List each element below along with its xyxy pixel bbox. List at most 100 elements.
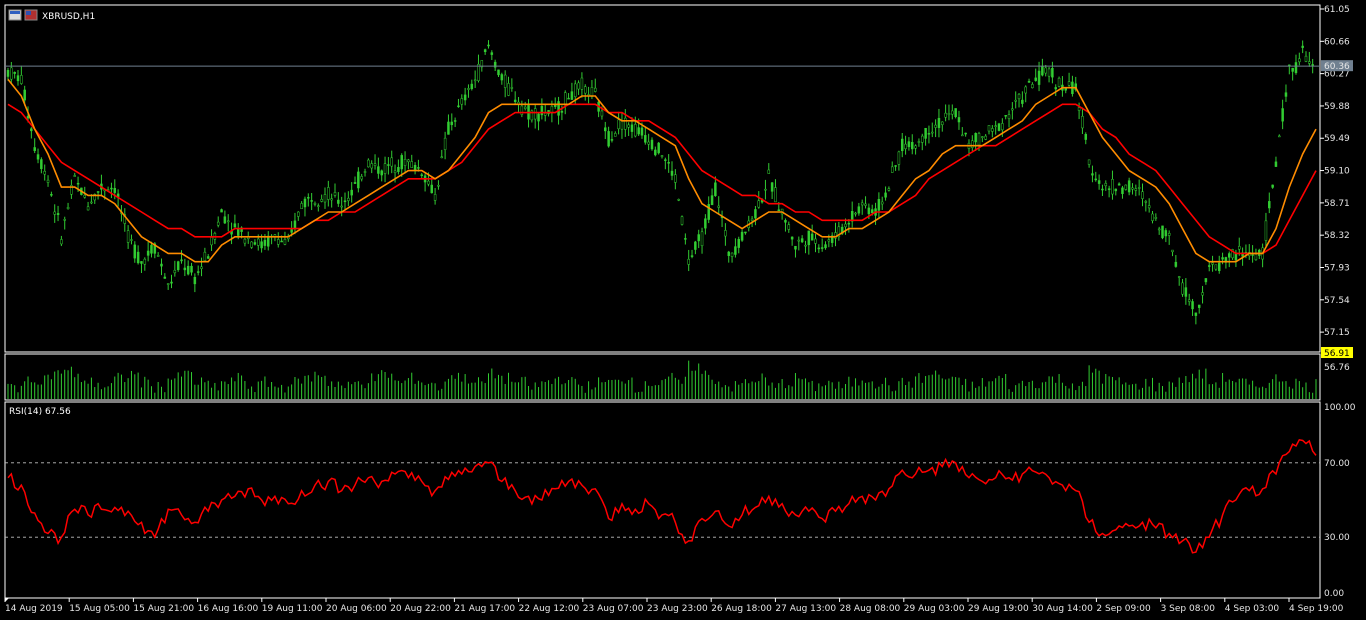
- candle-body: [560, 111, 564, 113]
- candle-body: [60, 239, 63, 245]
- candle-body: [947, 113, 951, 116]
- candle-body: [594, 87, 597, 92]
- candle-body: [263, 239, 267, 246]
- candle-body: [427, 180, 430, 185]
- candle-body: [670, 170, 674, 176]
- candle-body: [1037, 70, 1041, 85]
- time-tick-label: 29 Aug 19:00: [968, 604, 1029, 614]
- candle-body: [186, 265, 190, 275]
- candle-body: [737, 239, 740, 248]
- candle-body: [714, 182, 717, 196]
- candle-body: [337, 199, 340, 204]
- candle-body: [1301, 45, 1304, 48]
- candle-body: [907, 141, 911, 148]
- candle-body: [1271, 184, 1274, 188]
- candle-body: [196, 271, 200, 273]
- flag-icon-canton: [26, 11, 31, 15]
- candle-body: [744, 231, 747, 234]
- candle-body: [413, 165, 417, 171]
- price-tick-label: 60.66: [1324, 37, 1350, 47]
- candle-body: [964, 132, 967, 135]
- candle-body: [917, 141, 921, 143]
- candle-body: [1067, 81, 1071, 86]
- candle-body: [971, 140, 974, 148]
- candle-body: [710, 195, 714, 206]
- candle-body: [1207, 265, 1211, 267]
- candle-body: [644, 135, 647, 143]
- trading-chart[interactable]: XBRUSD,H1 61.0560.6660.2759.8859.4959.10…: [0, 0, 1366, 620]
- candle-body: [1017, 93, 1021, 100]
- window-icon-bar: [10, 11, 20, 14]
- candle-body: [1081, 116, 1084, 129]
- candle-body: [43, 171, 46, 175]
- time-tick-label: 3 Sep 08:00: [1161, 604, 1216, 614]
- candle-body: [393, 170, 397, 174]
- candle-body: [567, 97, 570, 100]
- candle-body: [1127, 180, 1131, 193]
- candle-body: [96, 191, 100, 193]
- candle-body: [307, 197, 310, 199]
- candle-body: [317, 205, 320, 207]
- candle-body: [890, 166, 894, 173]
- candle-body: [1007, 114, 1011, 119]
- candle-body: [1031, 84, 1034, 89]
- candle-body: [1281, 108, 1284, 122]
- candle-body: [630, 124, 634, 132]
- candle-body: [767, 169, 771, 174]
- candle-body: [1097, 180, 1101, 184]
- candle-body: [377, 166, 380, 174]
- time-tick-label: 26 Aug 18:00: [711, 604, 772, 614]
- candle-body: [1147, 205, 1151, 209]
- candle-body: [206, 256, 210, 259]
- candle-body: [717, 205, 720, 208]
- candle-body: [483, 49, 487, 53]
- candle-body: [704, 218, 707, 229]
- candle-body: [260, 241, 263, 249]
- candle-body: [640, 127, 644, 136]
- candle-body: [1167, 232, 1171, 236]
- candle-body: [770, 182, 774, 192]
- price-tick-label: 59.88: [1324, 102, 1350, 112]
- candle-body: [373, 163, 377, 166]
- candle-body: [343, 200, 347, 203]
- candle-body: [1191, 301, 1194, 310]
- candle-body: [740, 231, 744, 241]
- candle-body: [1311, 64, 1314, 66]
- candle-body: [911, 142, 914, 150]
- candle-body: [674, 174, 677, 183]
- candle-body: [1177, 276, 1181, 278]
- candle-body: [900, 138, 904, 152]
- candle-body: [1284, 92, 1288, 97]
- candle-body: [463, 94, 467, 101]
- time-tick-label: 2 Sep 09:00: [1096, 604, 1151, 614]
- volume-axis-label: 56.76: [1324, 363, 1350, 373]
- candle-body: [1151, 213, 1154, 221]
- candle-body: [857, 206, 861, 214]
- candle-body: [447, 121, 450, 135]
- candle-body: [1221, 257, 1224, 260]
- candle-body: [490, 52, 494, 55]
- candle-body: [23, 89, 26, 101]
- candle-body: [590, 87, 594, 97]
- candle-body: [440, 156, 444, 159]
- candle-body: [86, 206, 90, 211]
- candle-body: [584, 86, 587, 94]
- candle-body: [624, 117, 627, 130]
- candle-body: [277, 239, 280, 245]
- candle-body: [477, 64, 480, 81]
- candle-body: [1084, 134, 1088, 140]
- candle-body: [1308, 61, 1311, 64]
- candle-body: [650, 139, 654, 150]
- candle-body: [1294, 62, 1298, 74]
- candle-body: [897, 151, 901, 165]
- candle-body: [473, 79, 477, 82]
- candle-body: [1291, 67, 1294, 72]
- candle-body: [357, 171, 360, 189]
- candle-body: [303, 198, 307, 208]
- candle-body: [634, 124, 637, 137]
- candle-body: [517, 101, 520, 104]
- candle-body: [507, 83, 510, 96]
- candle-body: [1054, 87, 1057, 90]
- candle-body: [290, 229, 293, 233]
- time-tick-label: 22 Aug 12:00: [519, 604, 580, 614]
